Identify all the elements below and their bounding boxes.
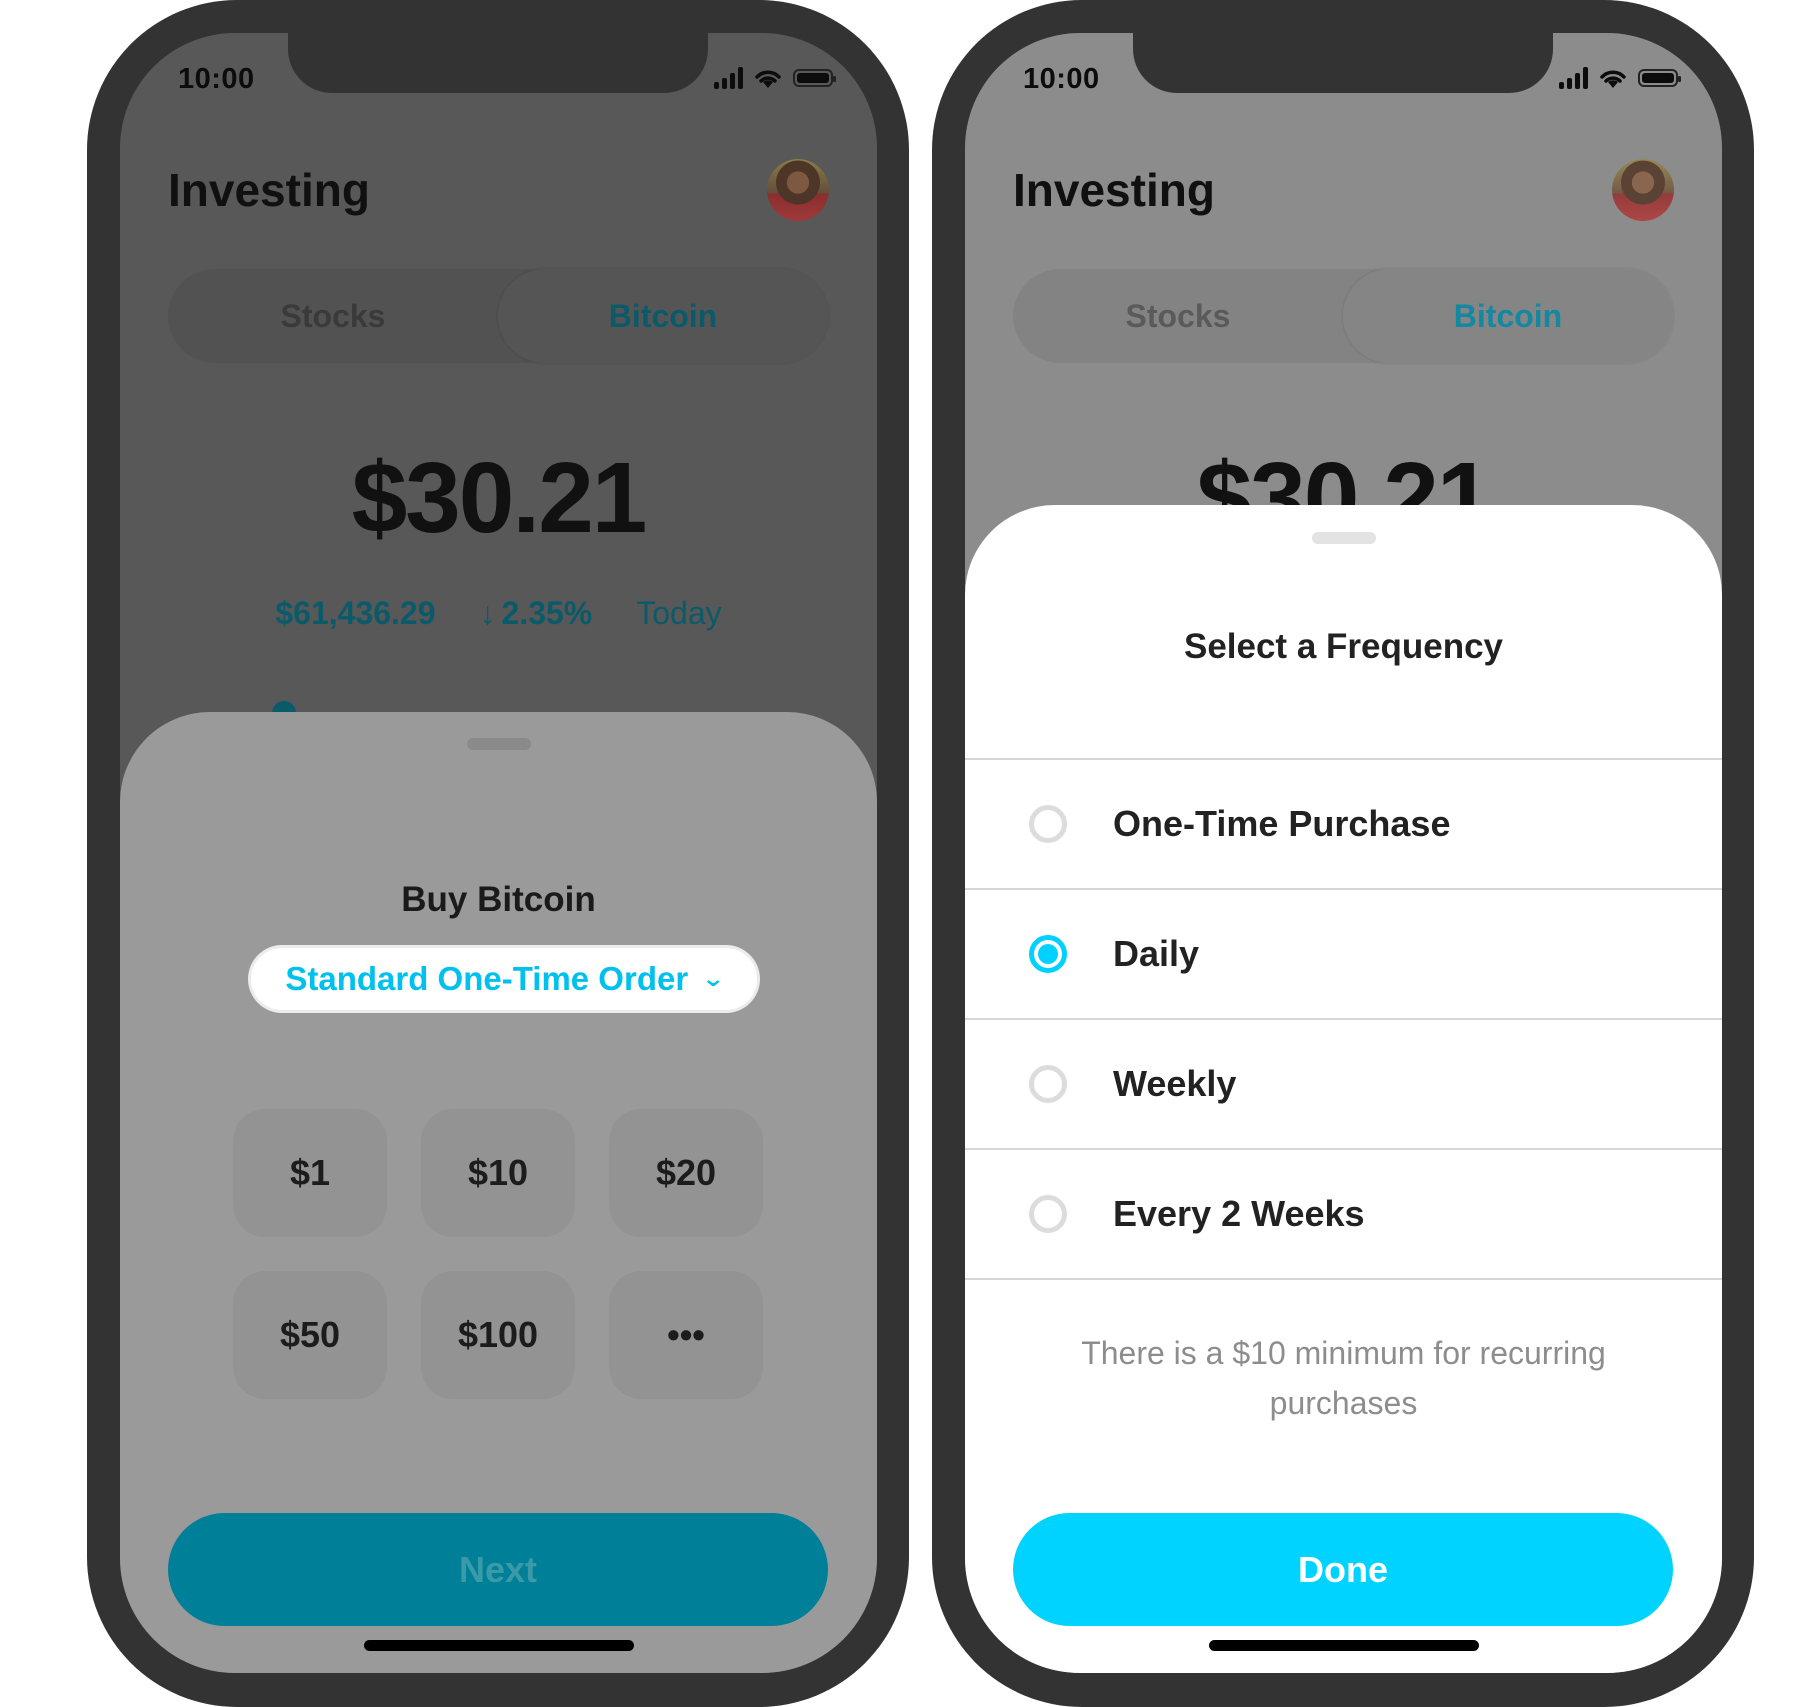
amount-button[interactable]: $10 [421,1109,575,1237]
signal-icon [714,67,743,89]
screen: 10:00 Investing Stocks Bitcoin $30.21 Se… [965,33,1722,1673]
status-icons [714,67,836,89]
page-title: Investing [168,164,370,216]
notch [1133,33,1553,93]
segmented-control: Stocks Bitcoin [168,269,828,363]
segmented-control: Stocks Bitcoin [1013,269,1673,363]
price-stats: $61,436.29 ↓ 2.35% Today [120,595,877,632]
sheet-title: Select a Frequency [1183,627,1504,666]
period-label[interactable]: Today [636,595,721,632]
home-indicator[interactable] [363,1640,634,1651]
next-button[interactable]: Next [168,1513,828,1626]
home-indicator[interactable] [1208,1640,1479,1651]
buy-bitcoin-sheet: Buy Bitcoin Standard One-Time Order ⌄ $1… [120,712,877,1673]
battery-icon [793,69,836,87]
frequency-option-one-time[interactable]: One-Time Purchase [965,760,1722,890]
signal-icon [1559,67,1588,89]
amount-button[interactable]: $50 [233,1271,387,1399]
phone-buy-bitcoin: 10:00 Investing Stocks Bitcoin $30.21 $6… [87,0,909,1707]
amount-button[interactable]: $1 [233,1109,387,1237]
wifi-icon [755,70,781,88]
page-title: Investing [1013,164,1215,216]
avatar[interactable] [1612,159,1674,221]
status-time: 10:00 [178,63,255,95]
status-icons [1559,67,1681,89]
amount-button[interactable]: $20 [609,1109,763,1237]
tab-bitcoin[interactable]: Bitcoin [1343,269,1673,363]
sheet-title: Buy Bitcoin [401,880,596,919]
minimum-note: There is a $10 minimum for recurring pur… [1081,1335,1606,1421]
balance: $30.21 [351,442,648,554]
phone-select-frequency: 10:00 Investing Stocks Bitcoin $30.21 Se… [932,0,1754,1707]
order-type-label: Standard One-Time Order [285,960,689,997]
more-amounts-button[interactable]: ••• [609,1271,763,1399]
tab-stocks[interactable]: Stocks [1013,269,1343,363]
tab-stocks[interactable]: Stocks [168,269,498,363]
order-type-dropdown[interactable]: Standard One-Time Order ⌄ [251,948,757,1010]
wifi-icon [1600,70,1626,88]
sheet-grabber[interactable] [1311,532,1376,544]
screen: 10:00 Investing Stocks Bitcoin $30.21 $6… [120,33,877,1673]
chevron-down-icon: ⌄ [701,966,726,991]
btc-price: $61,436.29 [275,595,436,631]
radio-unchecked-icon[interactable] [1029,1065,1067,1103]
done-button[interactable]: Done [1013,1513,1673,1626]
avatar[interactable] [767,159,829,221]
battery-icon [1638,69,1681,87]
option-label: Weekly [1113,1063,1237,1104]
arrow-down-icon: ↓ [479,595,496,631]
frequency-option-weekly[interactable]: Weekly [965,1020,1722,1150]
radio-unchecked-icon[interactable] [1029,805,1067,843]
frequency-list: One-Time Purchase Daily Weekly Every 2 W… [965,758,1722,1280]
sheet-grabber[interactable] [466,738,531,750]
radio-unchecked-icon[interactable] [1029,1195,1067,1233]
option-label: Every 2 Weeks [1113,1193,1365,1234]
notch [288,33,708,93]
status-time: 10:00 [1023,63,1100,95]
amount-button[interactable]: $100 [421,1271,575,1399]
frequency-option-every-2-weeks[interactable]: Every 2 Weeks [965,1150,1722,1280]
option-label: One-Time Purchase [1113,803,1451,844]
amount-grid: $1 $10 $20 $50 $100 ••• [233,1109,763,1399]
frequency-sheet: Select a Frequency One-Time Purchase Dai… [965,505,1722,1673]
radio-checked-icon[interactable] [1029,935,1067,973]
price-change: ↓ 2.35% [480,595,593,632]
change-percent: 2.35% [501,595,593,631]
option-label: Daily [1113,933,1200,974]
tab-bitcoin[interactable]: Bitcoin [498,269,828,363]
frequency-option-daily[interactable]: Daily [965,890,1722,1020]
